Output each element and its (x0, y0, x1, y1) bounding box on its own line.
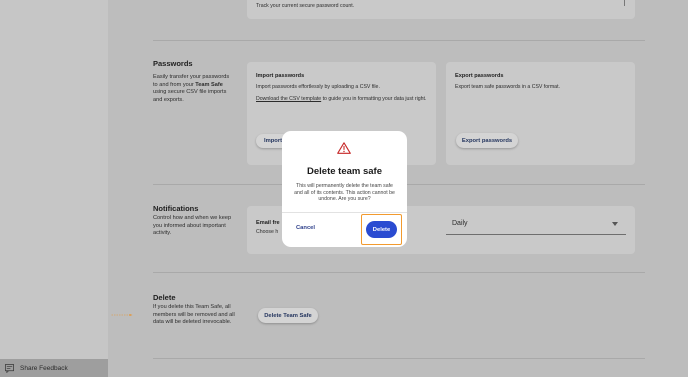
notifications-section-desc: Control how and when we keep you informe… (153, 215, 232, 236)
feedback-icon (5, 363, 14, 373)
cancel-button[interactable]: Cancel (296, 225, 315, 231)
delete-confirm-button[interactable]: Delete (366, 221, 397, 238)
team-safe-bold: Team Safe (195, 81, 223, 88)
share-feedback-label: Share Feedback (20, 364, 68, 372)
export-passwords-button[interactable]: Export passwords (456, 133, 518, 148)
delete-team-safe-button[interactable]: Delete Team Safe (258, 308, 318, 323)
csv-template-text: Download the CSV template to guide you i… (256, 96, 428, 104)
warning-icon (337, 142, 351, 154)
csv-template-text-after: to guide you in formatting your data jus… (321, 96, 427, 102)
password-count-card: Track your current secure password count… (247, 0, 635, 19)
password-count-text: Track your current secure password count… (256, 3, 355, 9)
csv-template-link[interactable]: Download the CSV template (256, 96, 321, 102)
export-passwords-card: Export passwords Export team safe passwo… (446, 62, 635, 165)
export-passwords-title: Export passwords (455, 73, 504, 79)
section-divider (153, 358, 645, 359)
section-divider (153, 272, 645, 273)
dialog-title: Delete team safe (307, 166, 382, 177)
delete-section-title: Delete (153, 293, 176, 302)
import-passwords-text: Import passwords effortlessly by uploadi… (256, 84, 380, 90)
dialog-message: This will permanently delete the team sa… (294, 183, 395, 202)
chevron-down-icon (612, 221, 618, 226)
passwords-section-title: Passwords (153, 59, 193, 68)
notifications-section-title: Notifications (153, 204, 199, 213)
share-feedback-button[interactable]: Share Feedback (0, 359, 108, 377)
delete-section-desc: If you delete this Team Safe, all member… (153, 304, 235, 325)
passwords-section-desc: Easily transfer your passwords to and fr… (153, 74, 235, 104)
import-passwords-title: Import passwords (256, 73, 305, 79)
dialog-divider (282, 212, 407, 213)
passwords-desc-text-end: using secure CSV file imports and export… (153, 89, 227, 103)
email-frequency-label: Email fre (256, 220, 280, 226)
email-frequency-sub: Choose h (256, 229, 279, 235)
sidebar: Share Feedback (0, 0, 108, 377)
scroll-tick (624, 0, 625, 6)
export-passwords-text: Export team safe passwords in a CSV form… (455, 84, 560, 90)
section-divider (153, 40, 645, 41)
pointer-arrow-icon (111, 314, 133, 316)
select-value: Daily (452, 220, 468, 227)
email-frequency-select[interactable]: Daily (446, 213, 626, 235)
